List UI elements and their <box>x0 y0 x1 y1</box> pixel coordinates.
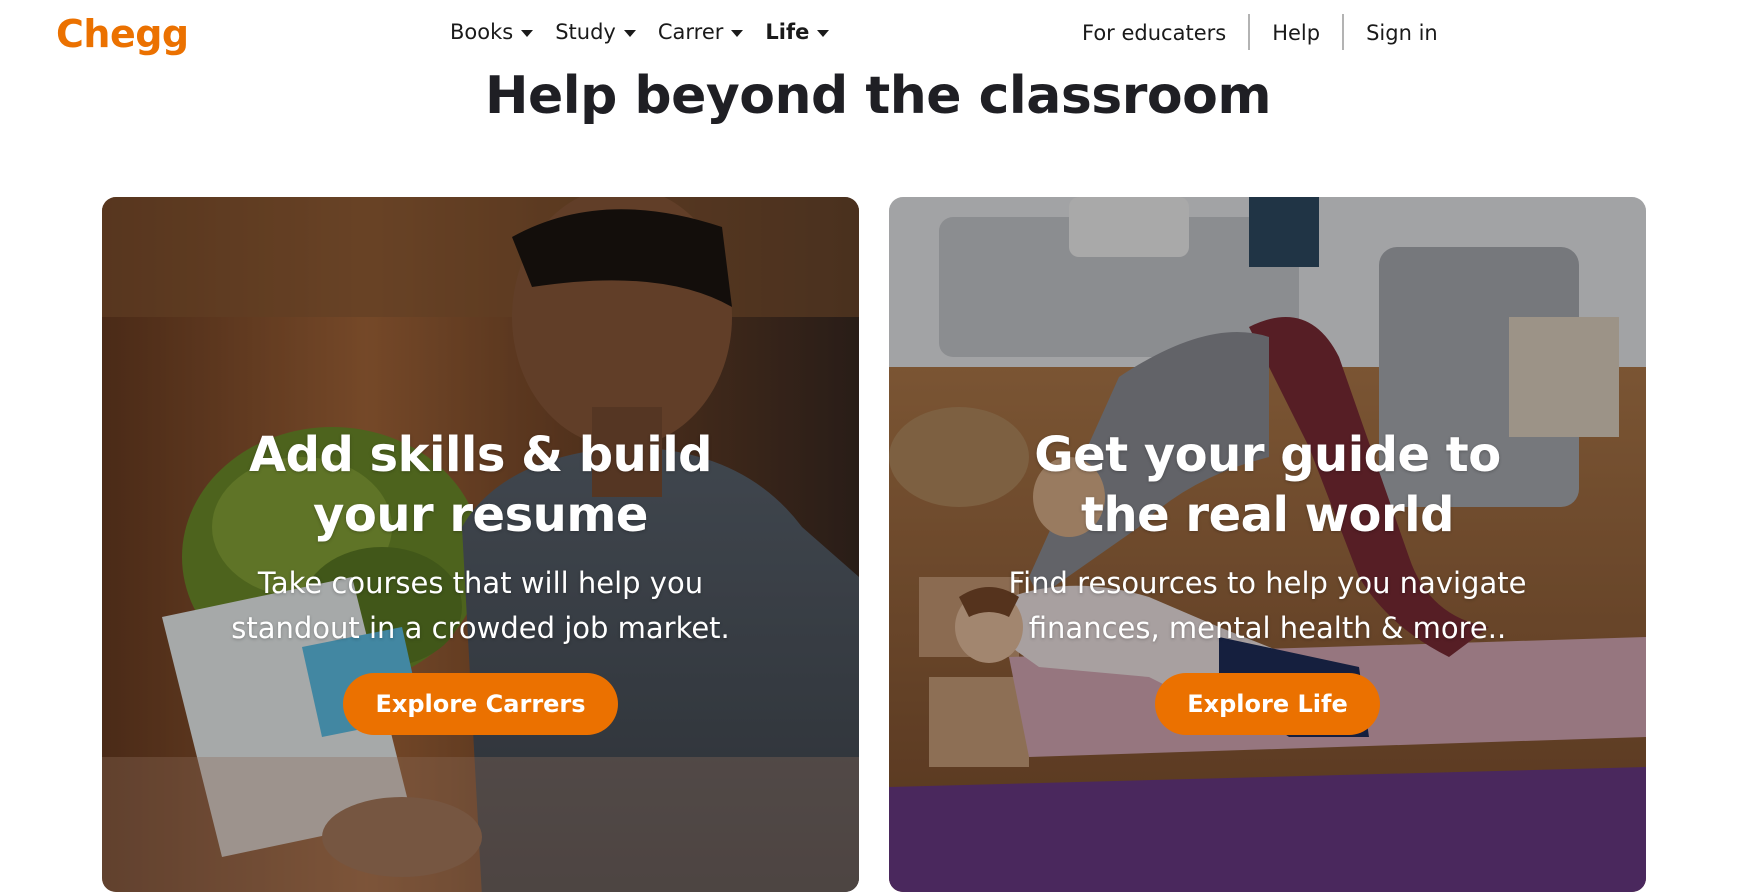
life-card-title: Get your guide to the real world <box>889 425 1646 545</box>
life-title-line2: the real world <box>1081 487 1454 543</box>
help-link[interactable]: Help <box>1250 19 1342 45</box>
life-card-description: Find resources to help you navigate fina… <box>1008 566 1527 645</box>
careers-title-line2: your resume <box>313 487 648 543</box>
nav-books[interactable]: Books <box>450 20 534 44</box>
sign-in-link[interactable]: Sign in <box>1344 19 1460 45</box>
careers-card-content: Add skills & build your resume Take cour… <box>102 425 859 735</box>
header-links: For educaters Help Sign in <box>1070 14 1460 50</box>
careers-card-description: Take courses that will help you standout… <box>231 566 730 645</box>
careers-card: Add skills & build your resume Take cour… <box>102 197 859 892</box>
careers-title-line1: Add skills & build <box>248 427 713 483</box>
careers-card-title: Add skills & build your resume <box>102 425 859 545</box>
nav-books-label: Books <box>450 20 514 44</box>
nav-carrer-label: Carrer <box>657 20 724 44</box>
main-nav: Books Study Carrer Life <box>450 20 830 44</box>
nav-study-label: Study <box>555 20 616 44</box>
chevron-down-icon <box>817 29 830 37</box>
nav-life[interactable]: Life <box>765 20 830 44</box>
page-title: Help beyond the classroom <box>484 66 1272 126</box>
chegg-logo[interactable]: Chegg <box>56 12 189 56</box>
chevron-down-icon <box>731 29 744 37</box>
life-title-line1: Get your guide to <box>1034 427 1501 483</box>
nav-carrer[interactable]: Carrer <box>658 20 744 44</box>
explore-carrers-button[interactable]: Explore Carrers <box>343 673 618 735</box>
nav-life-label: Life <box>765 20 810 44</box>
chevron-down-icon <box>521 29 534 37</box>
for-educators-link[interactable]: For educaters <box>1070 19 1248 45</box>
life-card-content: Get your guide to the real world Find re… <box>889 425 1646 735</box>
nav-study[interactable]: Study <box>555 20 636 44</box>
life-card: Get your guide to the real world Find re… <box>889 197 1646 892</box>
explore-life-button[interactable]: Explore Life <box>1155 673 1380 735</box>
chevron-down-icon <box>623 29 636 37</box>
